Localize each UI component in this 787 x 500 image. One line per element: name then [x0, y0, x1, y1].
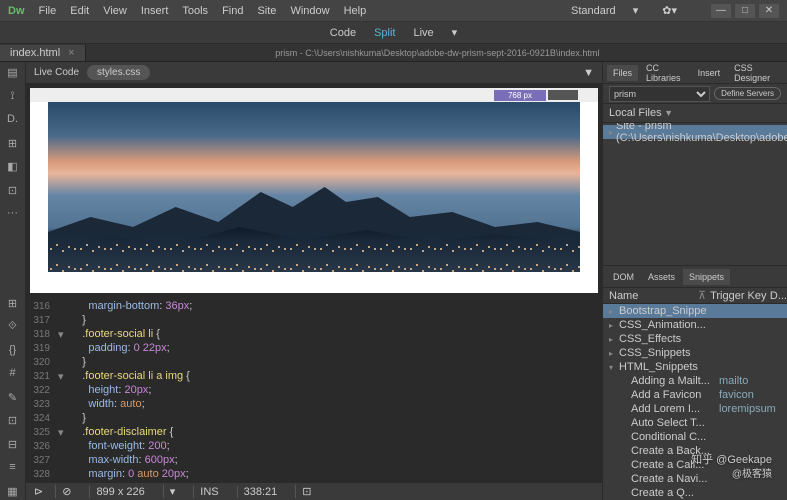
tab-snippets[interactable]: Snippets — [683, 269, 730, 285]
tool-icon[interactable]: ⊞ — [5, 297, 21, 313]
status-bar: ⊳ ⊘ 899 x 226 ▾ INS 338:21 ⊡ — [26, 482, 602, 500]
sync-icon[interactable]: ✿▾ — [662, 4, 677, 17]
snippet-item[interactable]: Create a Q... — [603, 486, 787, 500]
snippet-item[interactable]: ▸Bootstrap_Snippets — [603, 304, 787, 318]
tool-icon[interactable]: {} — [5, 344, 21, 360]
snippets-columns[interactable]: Name⊼ Trigger Key D... — [603, 288, 787, 304]
tool-icon[interactable]: ⊡ — [5, 414, 21, 430]
snippet-item[interactable]: Conditional C... — [603, 430, 787, 444]
right-panels: Files CC Libraries Insert CSS Designer p… — [602, 62, 787, 500]
snippet-item[interactable]: Adding a Mailt...mailto — [603, 374, 787, 388]
filter-icon[interactable]: ▼ — [583, 67, 594, 79]
snippet-item[interactable]: ▸CSS_Effects — [603, 332, 787, 346]
encoding-icon[interactable]: ⊡ — [295, 485, 317, 498]
snippet-item[interactable]: Add a Faviconfavicon — [603, 388, 787, 402]
tool-icon[interactable]: ⊞ — [5, 137, 21, 153]
menu-tools[interactable]: Tools — [182, 5, 208, 17]
left-toolbar: ▤ ⟟ D. ⊞ ◧ ⊡ ··· ⊞ ⟐ {} # ✎ ⊡ ⊟ ≡ ▦ — [0, 62, 26, 500]
file-tree[interactable]: ▸Site - prism (C:\Users\nishkuma\Desktop… — [603, 123, 787, 265]
document-path: prism - C:\Users\nishkuma\Desktop\adobe-… — [88, 48, 787, 58]
related-file[interactable]: styles.css — [87, 65, 150, 80]
code-editor[interactable]: 316 margin-bottom: 36px;317 }318▾ .foote… — [26, 297, 602, 482]
live-preview[interactable]: 768 px — [30, 88, 598, 293]
tool-icon[interactable]: ⟐ — [5, 320, 21, 336]
panel-tabs-top: Files CC Libraries Insert CSS Designer — [603, 62, 787, 84]
tab-files[interactable]: Files — [607, 65, 638, 81]
local-files-label: Local Files ▼ — [603, 104, 787, 123]
tool-icon[interactable]: ◧ — [5, 160, 21, 176]
snippet-item[interactable]: Auto Select T... — [603, 416, 787, 430]
tab-assets[interactable]: Assets — [642, 269, 681, 285]
tab-cc-libraries[interactable]: CC Libraries — [640, 60, 690, 86]
tool-icon[interactable]: ⟟ — [5, 90, 21, 106]
related-files-bar: Live Code styles.css ▼ — [26, 62, 602, 84]
site-dropdown[interactable]: prism — [609, 86, 710, 102]
menu-help[interactable]: Help — [344, 5, 367, 17]
tool-icon[interactable]: ··· — [5, 207, 21, 223]
menubar: Dw File Edit View Insert Tools Find Site… — [0, 0, 787, 22]
snippet-item[interactable]: ▸CSS_Snippets — [603, 346, 787, 360]
ruler[interactable]: 768 px — [30, 88, 598, 102]
menu-site[interactable]: Site — [257, 5, 276, 17]
errors-indicator[interactable]: ⊘ — [55, 485, 77, 498]
tool-icon[interactable]: ✎ — [5, 391, 21, 407]
close-button[interactable]: ✕ — [759, 4, 779, 18]
snippets-tree[interactable]: ▸Bootstrap_Snippets▸CSS_Animation...▸CSS… — [603, 304, 787, 500]
tag-selector[interactable]: ⊳ — [34, 485, 43, 498]
close-tab-icon[interactable]: × — [68, 47, 74, 59]
tab-insert[interactable]: Insert — [692, 65, 727, 81]
snippet-item[interactable]: ▾HTML_Snippets — [603, 360, 787, 374]
live-code-toggle[interactable]: Live Code — [34, 67, 79, 78]
snippet-item[interactable]: Add Lorem I...loremipsum — [603, 402, 787, 416]
tool-icon[interactable]: ▦ — [5, 485, 21, 500]
tab-dom[interactable]: DOM — [607, 269, 640, 285]
app-logo: Dw — [8, 5, 25, 17]
workspace-switcher[interactable]: Standard ▾ — [571, 4, 638, 17]
menu-window[interactable]: Window — [290, 5, 329, 17]
menu-file[interactable]: File — [39, 5, 57, 17]
tab-css-designer[interactable]: CSS Designer — [728, 60, 783, 86]
view-split[interactable]: Split — [374, 27, 395, 39]
maximize-button[interactable]: □ — [735, 4, 755, 18]
minimize-button[interactable]: — — [711, 4, 731, 18]
tool-icon[interactable]: D. — [5, 113, 21, 129]
insert-mode: INS — [193, 486, 224, 498]
menu-edit[interactable]: Edit — [70, 5, 89, 17]
menu-view[interactable]: View — [103, 5, 127, 17]
tool-icon[interactable]: # — [5, 367, 21, 383]
view-code[interactable]: Code — [330, 27, 356, 39]
snippet-item[interactable]: Create a Back... — [603, 444, 787, 458]
tool-icon[interactable]: ⊟ — [5, 438, 21, 454]
snippet-item[interactable]: Create a Cali... — [603, 458, 787, 472]
snippet-item[interactable]: ▸CSS_Animation... — [603, 318, 787, 332]
view-dropdown-icon[interactable]: ▾ — [452, 26, 458, 39]
tool-icon[interactable]: ▤ — [5, 66, 21, 82]
menu-insert[interactable]: Insert — [141, 5, 169, 17]
menu-find[interactable]: Find — [222, 5, 243, 17]
hero-image — [48, 102, 580, 272]
tool-icon[interactable]: ⊡ — [5, 184, 21, 200]
viewport-size[interactable]: 899 x 226 — [89, 486, 150, 498]
document-tab[interactable]: index.html× — [0, 45, 86, 61]
panel-tabs-bottom: DOM Assets Snippets — [603, 266, 787, 288]
tool-icon[interactable]: ≡ — [5, 461, 21, 477]
view-mode-bar: Code Split Live ▾ — [0, 22, 787, 44]
define-servers-button[interactable]: Define Servers — [714, 87, 781, 100]
breakpoint-marker[interactable]: 768 px — [494, 90, 546, 101]
cursor-position: 338:21 — [237, 486, 284, 498]
site-root[interactable]: ▸Site - prism (C:\Users\nishkuma\Desktop… — [603, 125, 787, 139]
snippet-item[interactable]: Create a Navi... — [603, 472, 787, 486]
view-live[interactable]: Live — [413, 27, 433, 39]
